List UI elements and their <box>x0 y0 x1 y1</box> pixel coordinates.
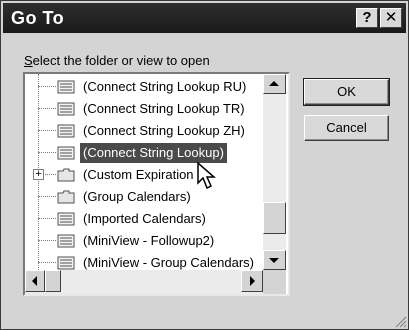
arrow-left-icon <box>32 276 37 286</box>
view-icon <box>57 212 75 226</box>
tree-item-label: (Imported Calendars) <box>83 211 206 226</box>
tree-item[interactable]: + (Custom Expiration <box>25 164 265 186</box>
tree-item-label: (Connect String Lookup RU) <box>83 79 247 94</box>
title-bar[interactable]: Go To ? ✕ <box>3 3 406 33</box>
tree-item-label: (Custom Expiration <box>83 167 194 182</box>
tree-branch-line <box>38 108 56 109</box>
folder-prompt-label: Select the folder or view to open <box>24 53 210 68</box>
tree-branch-line <box>38 262 56 263</box>
tree-branch-line <box>38 240 56 241</box>
expand-icon[interactable]: + <box>33 169 44 180</box>
arrow-up-icon <box>269 81 279 86</box>
prompt-accelerator: S <box>24 53 33 68</box>
tree-branch-line <box>45 174 56 175</box>
cancel-button[interactable]: Cancel <box>304 115 389 141</box>
tree-branch-line <box>38 218 56 219</box>
tree-item[interactable]: (Group Calendars) <box>25 186 265 208</box>
vertical-scrollbar[interactable] <box>263 74 286 270</box>
tree-item-label: (Connect String Lookup ZH) <box>83 123 245 138</box>
tree-branch-line <box>38 152 56 153</box>
folder-icon <box>57 190 75 204</box>
tree-item-label: (Group Calendars) <box>83 189 191 204</box>
tree-item-selected[interactable]: (Connect String Lookup) <box>25 142 265 164</box>
vertical-scroll-thumb[interactable] <box>263 202 286 234</box>
resize-grip-icon[interactable] <box>393 314 407 328</box>
horizontal-scroll-thumb[interactable] <box>45 270 61 292</box>
view-icon <box>57 234 75 248</box>
tree-branch-line <box>38 196 56 197</box>
folder-tree[interactable]: (Connect String Lookup RU) (Connect Strin… <box>23 72 290 296</box>
tree-item[interactable]: (Connect String Lookup ZH) <box>25 120 265 142</box>
scroll-up-button[interactable] <box>263 74 286 94</box>
tree-item-label: (Connect String Lookup) <box>83 145 224 160</box>
tree-item-label: (MiniView - Followup2) <box>83 233 215 248</box>
help-button[interactable]: ? <box>356 8 378 28</box>
arrow-right-icon <box>250 276 255 286</box>
close-icon: ✕ <box>384 9 398 26</box>
close-button[interactable]: ✕ <box>380 8 402 28</box>
tree-item[interactable]: (Imported Calendars) <box>25 208 265 230</box>
tree-item[interactable]: (MiniView - Followup2) <box>25 230 265 252</box>
tree-item-label: (MiniView - Group Calendars) <box>83 255 254 270</box>
view-icon <box>57 146 75 160</box>
mouse-cursor-icon <box>197 161 216 190</box>
folder-icon <box>57 168 75 182</box>
go-to-dialog: Go To ? ✕ Select the folder or view to o… <box>0 0 409 330</box>
tree-item[interactable]: (Connect String Lookup TR) <box>25 98 265 120</box>
ok-button[interactable]: OK <box>303 78 390 106</box>
view-icon <box>57 256 75 270</box>
tree-branch-line <box>38 86 56 87</box>
help-icon: ? <box>362 9 372 26</box>
horizontal-scrollbar[interactable] <box>25 270 263 294</box>
scroll-left-button[interactable] <box>25 270 45 292</box>
view-icon <box>57 80 75 94</box>
prompt-text: elect the folder or view to open <box>32 53 210 68</box>
tree-branch-line <box>38 130 56 131</box>
tree-item-label: (Connect String Lookup TR) <box>83 101 245 116</box>
view-icon <box>57 124 75 138</box>
arrow-down-icon <box>269 258 279 263</box>
dialog-title: Go To <box>11 8 65 28</box>
scroll-right-button[interactable] <box>241 270 263 292</box>
view-icon <box>57 102 75 116</box>
tree-item[interactable]: (Connect String Lookup RU) <box>25 76 265 98</box>
scroll-corner <box>263 270 286 294</box>
scroll-down-button[interactable] <box>263 250 286 270</box>
